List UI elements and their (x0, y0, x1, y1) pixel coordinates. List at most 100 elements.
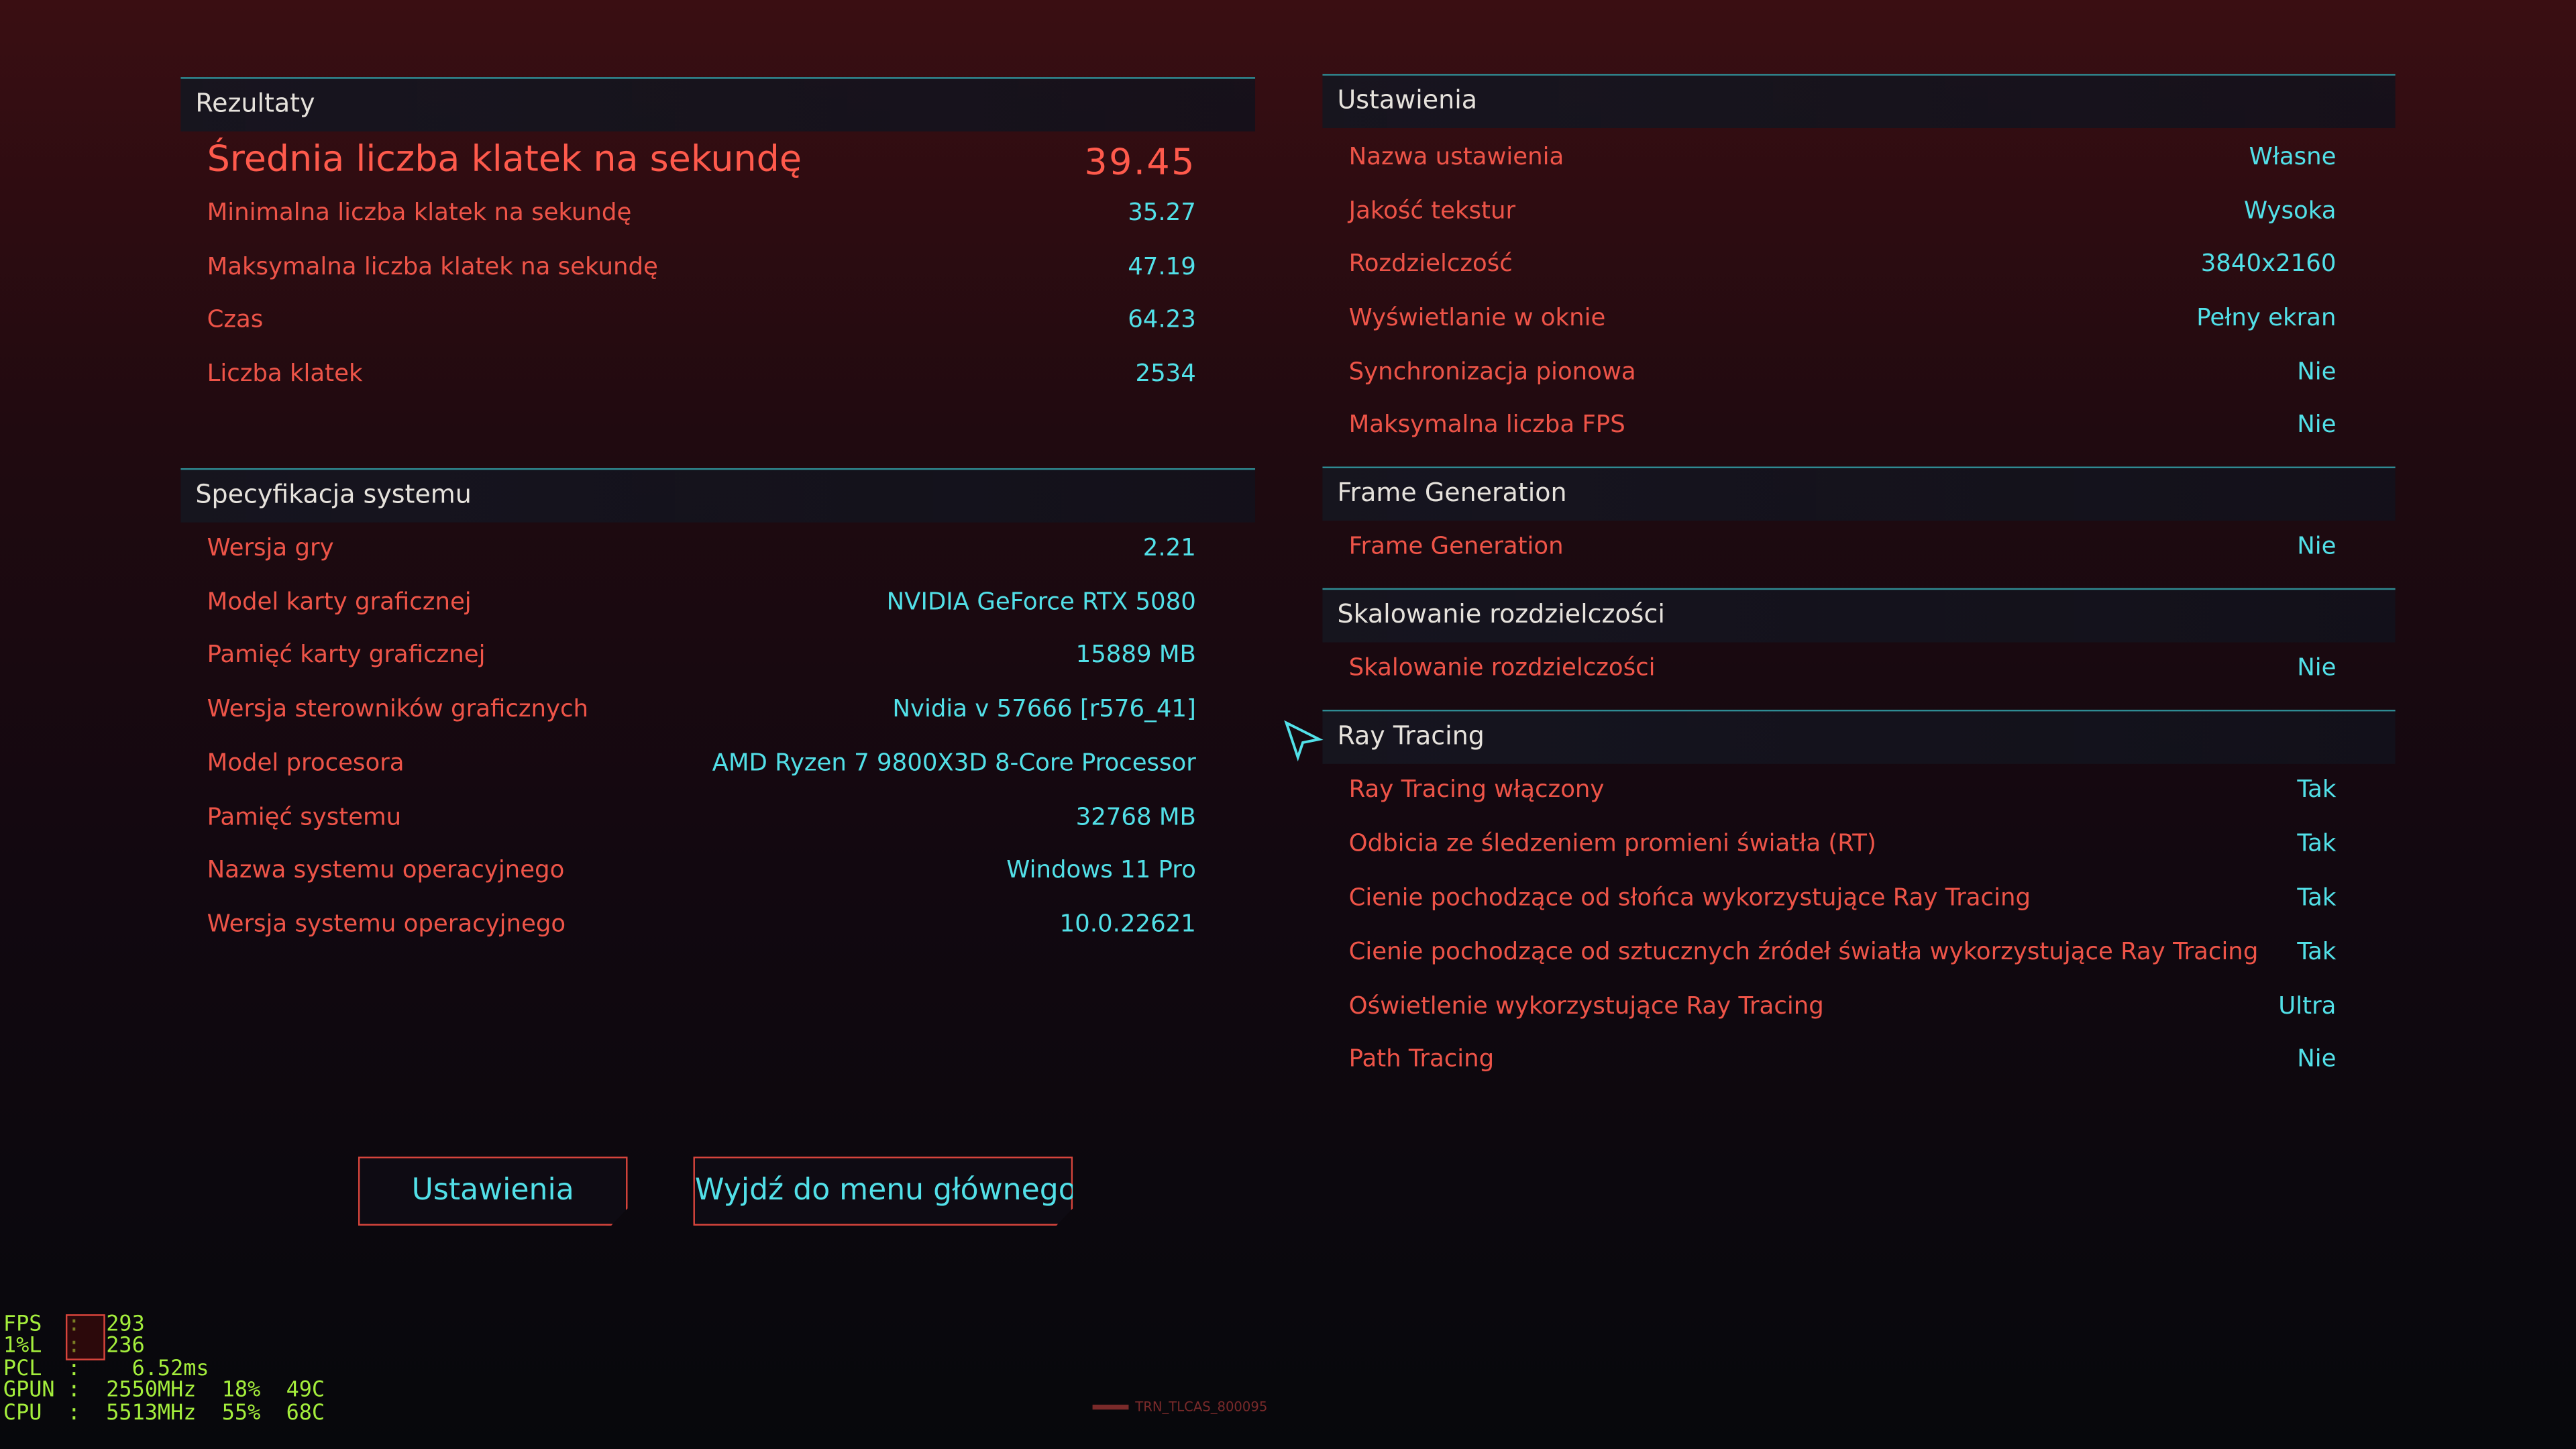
settings-value: Wysoka (2244, 199, 2337, 225)
settings-header: Ustawienia (1322, 74, 2396, 129)
settings-button[interactable]: Ustawienia (358, 1157, 628, 1226)
ray-tracing-label: Cienie pochodzące od słońca wykorzystują… (1348, 885, 2031, 912)
system-label: Model procesora (207, 751, 405, 777)
settings-row: Maksymalna liczba FPS Nie (1349, 409, 2337, 445)
system-row: Wersja systemu operacyjnego 10.0.22621 (207, 908, 1196, 945)
scaling-value: Nie (2297, 655, 2337, 682)
avg-fps-value: 39.45 (1084, 143, 1196, 184)
frame-generation-label: Frame Generation (1348, 533, 1564, 561)
settings-panel: Ustawienia Nazwa ustawienia Własne Jakość… (1322, 74, 2396, 468)
system-row: Model procesora AMD Ryzen 7 9800X3D 8-Cor… (207, 747, 1196, 784)
cursor-icon (1284, 720, 1324, 762)
results-panel: Rezultaty Średnia liczba klatek na sekun… (180, 77, 1256, 406)
result-label: Liczba klatek (207, 361, 363, 388)
result-value: 47.19 (1128, 254, 1196, 281)
ray-tracing-value: Tak (2297, 885, 2337, 912)
system-panel: Specyfikacja systemu Wersja gry 2.21 Mode… (180, 468, 1256, 961)
result-value: 2534 (1135, 361, 1196, 388)
ray-tracing-value: Tak (2297, 777, 2337, 804)
system-value: AMD Ryzen 7 9800X3D 8-Core Processor (712, 751, 1196, 777)
osd-badge-icon (65, 1314, 105, 1360)
scaling-title: Skalowanie rozdzielczości (1337, 599, 1665, 629)
system-row: Nazwa systemu operacyjnego Windows 11 Pro (207, 854, 1196, 890)
system-row: Wersja gry 2.21 (207, 532, 1196, 568)
settings-label: Wyświetlanie w oknie (1348, 305, 1606, 332)
result-row: Czas 64.23 (207, 304, 1196, 340)
result-row: Maksymalna liczba klatek na sekundę 47.1… (207, 252, 1196, 288)
system-label: Nazwa systemu operacyjnego (207, 857, 565, 884)
ray-tracing-label: Oświetlenie wykorzystujące Ray Tracing (1348, 994, 1824, 1020)
ray-tracing-row: Odbicia ze śledzeniem promieni światła (… (1349, 828, 2337, 864)
result-row: Liczba klatek 2534 (207, 358, 1196, 394)
osd-cpu-line: CPU : 5513MHz 55% 68C (3, 1401, 325, 1426)
ray-tracing-value: Ultra (2278, 994, 2337, 1020)
settings-row: Wyświetlanie w oknie Pełny ekran (1349, 303, 2337, 339)
ray-tracing-value: Nie (2297, 1046, 2337, 1073)
footer-tag: TRN_TLCAS_800095 (1092, 1399, 1268, 1415)
settings-title: Ustawienia (1337, 85, 1478, 115)
system-label: Model karty graficznej (207, 590, 472, 616)
footer-arrow-icon (1092, 1404, 1129, 1410)
frame-generation-row: Frame Generation Nie (1349, 531, 2337, 567)
settings-label: Synchronizacja pionowa (1348, 360, 1636, 386)
settings-value: Nie (2297, 412, 2337, 439)
ray-tracing-label: Odbicia ze śledzeniem promieni światła (… (1348, 831, 1876, 858)
footer-code: TRN_TLCAS_800095 (1135, 1399, 1268, 1415)
system-row: Pamięć systemu 32768 MB (207, 802, 1196, 838)
system-value: Nvidia v 57666 [r576_41] (892, 696, 1196, 723)
system-label: Wersja gry (207, 535, 334, 562)
result-label: Maksymalna liczba klatek na sekundę (207, 254, 658, 281)
ray-tracing-panel: Ray Tracing Ray Tracing włączony Tak Odbi… (1322, 709, 2396, 1087)
result-label: Czas (207, 307, 264, 334)
system-title: Specyfikacja systemu (195, 480, 472, 510)
settings-row: Synchronizacja pionowa Nie (1349, 356, 2337, 392)
ray-tracing-row: Ray Tracing włączony Tak (1349, 773, 2337, 810)
ray-tracing-value: Tak (2297, 939, 2337, 967)
ray-tracing-row: Oświetlenie wykorzystujące Ray Tracing Ul… (1349, 991, 2337, 1027)
system-row: Wersja sterowników graficznych Nvidia v 5… (207, 693, 1196, 729)
scaling-panel: Skalowanie rozdzielczości Skalowanie roz… (1322, 588, 2396, 703)
ray-tracing-row: Cienie pochodzące od słońca wykorzystują… (1349, 882, 2337, 918)
result-row: Minimalna liczba klatek na sekundę 35.27 (207, 197, 1196, 233)
exit-to-main-menu-button[interactable]: Wyjdź do menu głównego (693, 1157, 1073, 1226)
result-value: 64.23 (1128, 307, 1196, 334)
system-label: Pamięć systemu (207, 805, 402, 832)
settings-label: Jakość tekstur (1348, 199, 1516, 225)
ray-tracing-label: Ray Tracing włączony (1348, 777, 1605, 804)
system-row: Model karty graficznej NVIDIA GeForce RTX… (207, 586, 1196, 623)
ray-tracing-title: Ray Tracing (1337, 721, 1485, 751)
settings-row: Jakość tekstur Wysoka (1349, 195, 2337, 231)
ray-tracing-value: Tak (2297, 831, 2337, 858)
avg-fps-label: Średnia liczba klatek na sekundę (207, 140, 802, 181)
settings-value: Własne (2249, 144, 2337, 171)
system-value: 10.0.22621 (1059, 912, 1196, 938)
settings-row: Nazwa ustawienia Własne (1349, 142, 2337, 178)
system-label: Wersja sterowników graficznych (207, 696, 589, 723)
frame-generation-value: Nie (2297, 533, 2337, 561)
system-header: Specyfikacja systemu (180, 468, 1256, 523)
ray-tracing-header: Ray Tracing (1322, 709, 2396, 764)
result-value: 35.27 (1128, 200, 1196, 227)
system-value: NVIDIA GeForce RTX 5080 (886, 590, 1196, 616)
settings-label: Rozdzielczość (1348, 251, 1513, 278)
settings-label: Maksymalna liczba FPS (1348, 412, 1625, 439)
system-value: 15889 MB (1075, 642, 1196, 669)
system-label: Pamięć karty graficznej (207, 642, 486, 669)
osd-gpu-line: GPUN : 2550MHz 18% 49C (3, 1378, 325, 1403)
system-value: 32768 MB (1075, 805, 1196, 832)
frame-generation-title: Frame Generation (1337, 478, 1567, 508)
results-header: Rezultaty (180, 77, 1256, 131)
avg-fps-row: Średnia liczba klatek na sekundę 39.45 (207, 140, 1196, 184)
settings-value: 3840x2160 (2200, 251, 2337, 278)
frame-generation-panel: Frame Generation Frame Generation Nie (1322, 466, 2396, 582)
osd-pcl-line: PCL : 6.52ms (3, 1356, 209, 1382)
ray-tracing-row: Path Tracing Nie (1349, 1043, 2337, 1079)
scaling-row: Skalowanie rozdzielczości Nie (1349, 652, 2337, 688)
system-label: Wersja systemu operacyjnego (207, 912, 566, 938)
settings-value: Pełny ekran (2196, 305, 2337, 332)
scaling-header: Skalowanie rozdzielczości (1322, 588, 2396, 643)
settings-value: Nie (2297, 360, 2337, 386)
result-label: Minimalna liczba klatek na sekundę (207, 200, 632, 227)
frame-generation-header: Frame Generation (1322, 466, 2396, 521)
system-value: 2.21 (1142, 535, 1196, 562)
